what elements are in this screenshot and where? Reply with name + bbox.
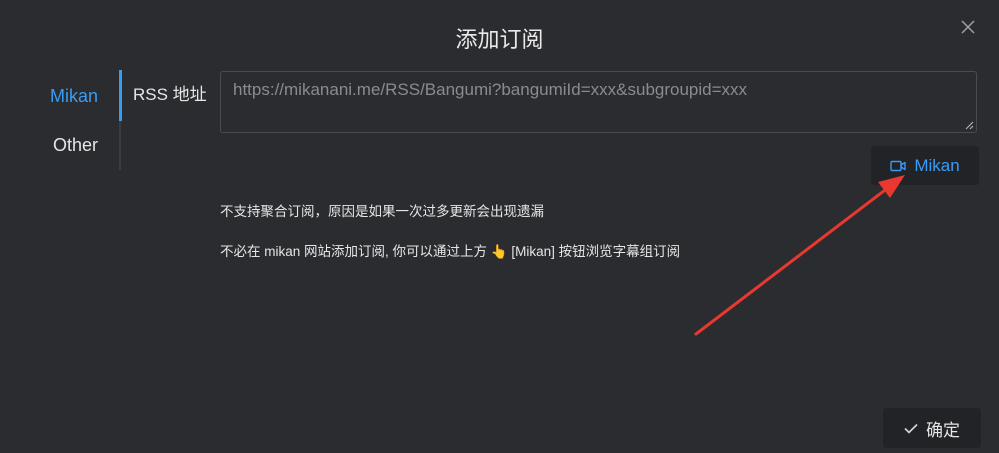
- tab-mikan[interactable]: Mikan: [50, 86, 98, 107]
- tip-no-aggregate: 不支持聚合订阅，原因是如果一次过多更新会出现遗漏: [220, 204, 544, 219]
- mikan-button-label: Mikan: [914, 155, 960, 175]
- tip2-suffix: [Mikan] 按钮浏览字幕组订阅: [511, 244, 681, 259]
- video-camera-icon: [890, 160, 907, 171]
- dialog-title: 添加订阅: [455, 27, 544, 52]
- pointing-up-icon: 👆: [490, 244, 508, 259]
- tip-use-mikan-button: 不必在 mikan 网站添加订阅, 你可以通过上方 👆 [Mikan] 按钮浏览…: [220, 240, 680, 260]
- close-icon: [961, 20, 975, 34]
- confirm-button-label: 确定: [926, 420, 960, 440]
- rss-url-label: RSS 地址: [133, 85, 207, 104]
- rss-url-field: [220, 71, 977, 133]
- check-icon: [904, 423, 918, 434]
- close-button[interactable]: [959, 18, 977, 36]
- confirm-button[interactable]: 确定: [883, 408, 981, 448]
- tab-other[interactable]: Other: [53, 135, 98, 156]
- add-subscription-dialog: 添加订阅 Mikan Other RSS 地址 Mikan 不支持聚合订阅，原因…: [0, 0, 999, 453]
- tip2-prefix: 不必在 mikan 网站添加订阅, 你可以通过上方: [220, 244, 488, 259]
- source-tabs: Mikan Other: [0, 70, 122, 170]
- resize-handle-icon[interactable]: [964, 120, 974, 130]
- rss-url-input[interactable]: [221, 72, 976, 132]
- tab-active-indicator: [119, 70, 122, 121]
- annotation-arrow: [694, 175, 905, 336]
- mikan-browse-button[interactable]: Mikan: [871, 146, 979, 185]
